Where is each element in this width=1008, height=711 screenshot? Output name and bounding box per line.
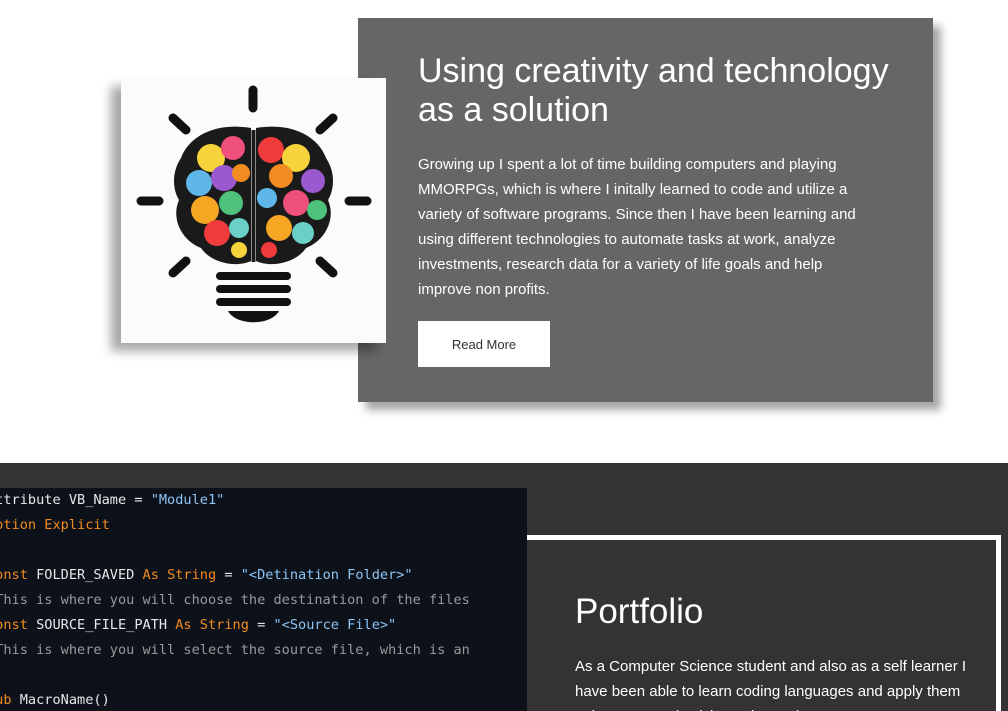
code-token: Sub xyxy=(0,692,12,708)
code-token: Const xyxy=(0,617,28,633)
code-token: As String xyxy=(175,617,249,633)
code-screenshot: Attribute VB_Name = "Module1" Option Expl… xyxy=(0,488,527,711)
lightbulb-brain-image xyxy=(121,78,386,343)
code-line: Const FOLDER_SAVED As String = "<Detinat… xyxy=(0,563,413,588)
code-line: Attribute VB_Name = "Module1" xyxy=(0,488,224,513)
code-line: Option Explicit xyxy=(0,513,110,538)
code-token: Option Explicit xyxy=(0,517,110,533)
code-token: "<Source File>" xyxy=(273,617,397,633)
code-token: "Module1" xyxy=(150,492,225,508)
code-token: MacroName() xyxy=(19,692,110,708)
portfolio-section: Attribute VB_Name = "Module1" Option Expl… xyxy=(0,463,1008,711)
lightbulb-brain-icon xyxy=(136,85,372,323)
code-token: = xyxy=(248,617,274,633)
portfolio-paragraph: As a Computer Science student and also a… xyxy=(575,658,967,711)
code-token: As String xyxy=(142,567,217,583)
code-token: = xyxy=(216,567,241,583)
portfolio-card: Portfolio As a Computer Science student … xyxy=(527,535,1001,711)
code-token: Attribute VB_Name = xyxy=(0,492,151,508)
intro-section: Using creativity and technology as a sol… xyxy=(0,0,1008,463)
intro-card: Using creativity and technology as a sol… xyxy=(358,18,933,402)
code-line: 'This is where you will choose the desti… xyxy=(0,588,470,613)
code-token: Const xyxy=(0,567,28,583)
code-line: 'This is where you will select the sourc… xyxy=(0,638,470,663)
code-line: Const SOURCE_FILE_PATH As String = "<Sou… xyxy=(0,613,396,638)
code-token: SOURCE_FILE_PATH xyxy=(36,617,176,633)
intro-paragraph: Growing up I spent a lot of time buildin… xyxy=(418,156,856,298)
code-token: 'This is where you will select the sourc… xyxy=(0,642,470,658)
intro-title: Using creativity and technology as a sol… xyxy=(418,52,889,129)
read-more-button[interactable]: Read More xyxy=(418,321,550,367)
portfolio-title: Portfolio xyxy=(575,592,704,631)
code-token: FOLDER_SAVED xyxy=(36,567,143,583)
code-token: 'This is where you will choose the desti… xyxy=(0,592,470,608)
code-token: "<Detination Folder>" xyxy=(240,567,413,583)
code-line: Sub MacroName() xyxy=(0,688,110,711)
